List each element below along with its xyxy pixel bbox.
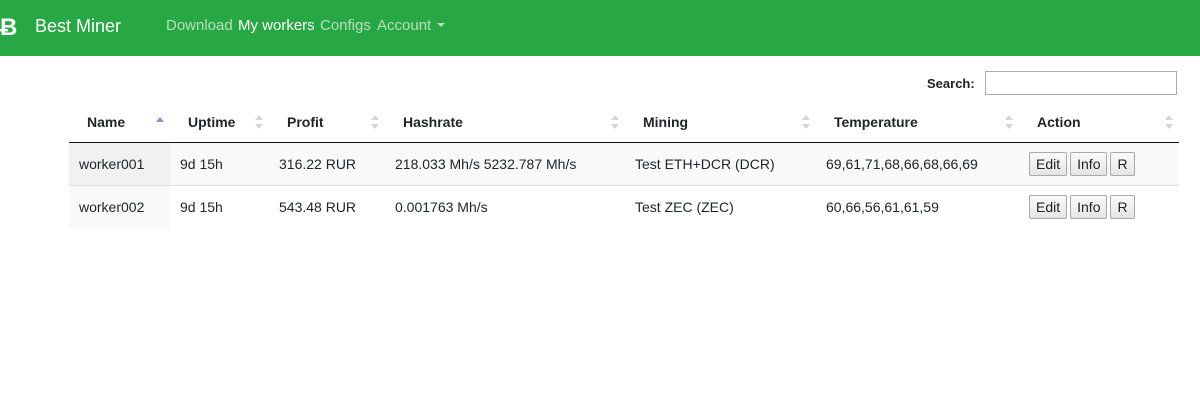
cell-hashrate: 0.001763 Mh/s xyxy=(385,184,625,228)
column-label: Hashrate xyxy=(403,113,463,130)
info-button[interactable]: Info xyxy=(1070,151,1108,176)
column-header-hashrate[interactable]: Hashrate xyxy=(385,102,625,143)
cell-mining: Test ETH+DCR (DCR) xyxy=(625,142,816,185)
bitcoin-logo-icon[interactable]: Ƀ xyxy=(0,13,22,43)
sort-both-icon xyxy=(611,114,619,129)
edit-button[interactable]: Edit xyxy=(1029,194,1068,219)
column-label: Profit xyxy=(287,113,324,130)
cell-name: worker001 xyxy=(69,142,170,185)
workers-table: Name Uptime Profit Hashrate Mining Tempe… xyxy=(69,102,1179,228)
cell-profit: 543.48 RUR xyxy=(269,184,385,228)
cell-mining: Test ZEC (ZEC) xyxy=(625,184,816,228)
sort-both-icon xyxy=(1005,114,1013,129)
cell-profit: 316.22 RUR xyxy=(269,142,385,185)
search-input[interactable] xyxy=(985,71,1177,95)
restart-button[interactable]: R xyxy=(1110,151,1135,176)
nav-link-account[interactable]: Account xyxy=(377,17,446,35)
nav-link-configs[interactable]: Configs xyxy=(320,17,371,35)
column-header-temperature[interactable]: Temperature xyxy=(816,102,1019,143)
nav-link-my-workers[interactable]: My workers xyxy=(238,17,315,35)
caret-down-icon xyxy=(437,23,446,27)
sort-both-icon xyxy=(371,114,379,129)
cell-name: worker002 xyxy=(69,184,170,228)
sort-both-icon xyxy=(1165,114,1173,129)
column-label: Temperature xyxy=(834,113,918,130)
table-row: worker002 9d 15h 543.48 RUR 0.001763 Mh/… xyxy=(69,184,1179,228)
cell-temperature: 60,66,56,61,61,59 xyxy=(816,184,1019,228)
restart-button[interactable]: R xyxy=(1110,194,1135,219)
edit-button[interactable]: Edit xyxy=(1029,151,1068,176)
sort-both-icon xyxy=(802,114,810,129)
cell-uptime: 9d 15h xyxy=(170,142,269,185)
cell-action: Edit Info R xyxy=(1019,142,1179,185)
column-header-action[interactable]: Action xyxy=(1019,102,1179,143)
info-button[interactable]: Info xyxy=(1070,194,1108,219)
brand-name[interactable]: Best Miner xyxy=(35,15,121,37)
navbar: Ƀ Best Miner Download My workers Configs… xyxy=(0,0,1200,56)
column-header-profit[interactable]: Profit xyxy=(269,102,385,143)
table-row: worker001 9d 15h 316.22 RUR 218.033 Mh/s… xyxy=(69,142,1179,185)
cell-action: Edit Info R xyxy=(1019,184,1179,228)
cell-temperature: 69,61,71,68,66,68,66,69 xyxy=(816,142,1019,185)
column-label: Action xyxy=(1037,113,1081,130)
column-label: Uptime xyxy=(188,113,236,130)
sort-ascending-icon xyxy=(156,115,164,129)
column-header-name[interactable]: Name xyxy=(69,102,170,143)
column-header-uptime[interactable]: Uptime xyxy=(170,102,269,143)
table-header-row: Name Uptime Profit Hashrate Mining Tempe… xyxy=(69,102,1179,143)
nav-link-download[interactable]: Download xyxy=(166,17,233,35)
column-label: Mining xyxy=(643,113,689,130)
column-label: Name xyxy=(87,113,126,130)
cell-hashrate: 218.033 Mh/s 5232.787 Mh/s xyxy=(385,142,625,185)
column-header-mining[interactable]: Mining xyxy=(625,102,816,143)
sort-both-icon xyxy=(255,114,263,129)
search-label: Search: xyxy=(927,76,975,91)
cell-uptime: 9d 15h xyxy=(170,184,269,228)
account-label: Account xyxy=(377,17,432,34)
